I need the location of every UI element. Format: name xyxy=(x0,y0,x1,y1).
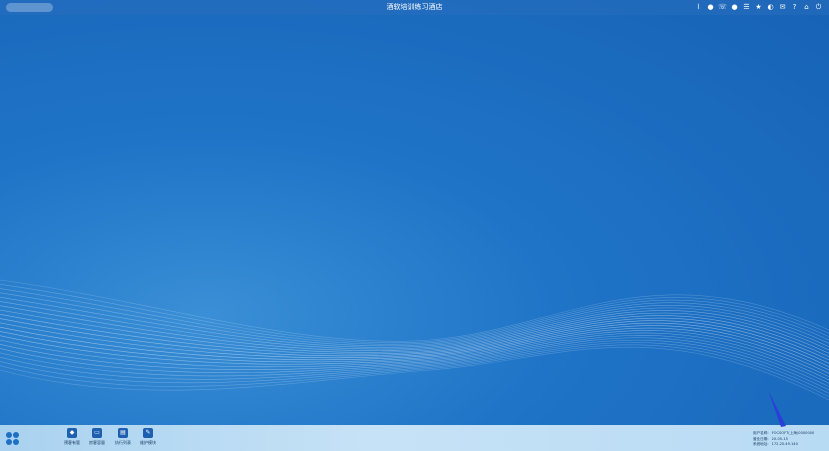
wave-line xyxy=(0,335,829,384)
room-icon: ▭ xyxy=(92,428,102,438)
mail-icon[interactable]: ✉ xyxy=(778,3,787,12)
app-orders[interactable]: ▤ 执行列表 xyxy=(112,428,134,445)
app-label: 房客容量 xyxy=(89,440,105,445)
date-label: 营业日期: xyxy=(753,436,769,441)
wave-line xyxy=(0,292,829,347)
top-bar: 酒软培训练习酒店 ⌇ ● ☏ ● ☰ ★ ◐ ✉ ? ⌂ ⏻ xyxy=(0,0,829,15)
star-icon[interactable]: ★ xyxy=(754,3,763,12)
pointer-icon xyxy=(768,390,786,427)
app-label: 维护模块 xyxy=(140,440,156,445)
wave-line xyxy=(0,325,829,371)
app-reservation[interactable]: ◆ 预客有管 xyxy=(61,428,83,445)
wave-line xyxy=(0,305,829,351)
wave-line xyxy=(0,313,829,357)
wave-line xyxy=(0,309,829,354)
wave-line xyxy=(0,279,829,342)
wave-line xyxy=(0,330,829,377)
mouse-pointer xyxy=(768,390,786,427)
user-value: FOCSOFT(上海)0000000 xyxy=(771,431,815,435)
wave-line xyxy=(0,322,829,367)
list-icon: ▤ xyxy=(118,428,128,438)
moon-icon[interactable]: ◐ xyxy=(766,3,775,12)
dot-icon xyxy=(6,439,12,445)
system-info: 用户名称: FOCSOFT(上海)0000000 营业日期: 20-05-15 系统… xyxy=(753,431,814,448)
home-icon[interactable]: ⌂ xyxy=(802,3,811,12)
hat-icon: ◆ xyxy=(67,428,77,438)
dot-icon xyxy=(6,432,12,438)
wave-line xyxy=(0,342,829,394)
dot-icon xyxy=(13,432,19,438)
ip-label: 系统地址: xyxy=(753,442,769,446)
taskbar: ◆ 预客有管 ▭ 房客容量 ▤ 执行列表 ✎ 维护模块 xyxy=(0,425,829,451)
phone-icon[interactable]: ☏ xyxy=(718,3,727,12)
wave-line xyxy=(0,346,829,401)
start-menu-button[interactable] xyxy=(6,432,19,445)
wave-line xyxy=(0,327,829,374)
wave-line xyxy=(0,337,829,387)
shield-icon[interactable]: ● xyxy=(706,3,715,12)
power-icon[interactable]: ⏻ xyxy=(814,3,823,12)
app-label: 执行列表 xyxy=(115,440,131,445)
wave-line xyxy=(0,296,829,348)
wave-line xyxy=(0,317,829,361)
app-maintenance[interactable]: ✎ 维护模块 xyxy=(137,428,159,445)
app-label: 预客有管 xyxy=(64,440,80,445)
user-label: 用户名称: xyxy=(753,431,769,435)
wifi-icon[interactable]: ⌇ xyxy=(694,3,703,12)
dot-icon xyxy=(13,439,19,445)
help-icon[interactable]: ? xyxy=(790,3,799,12)
wave-line xyxy=(0,344,829,397)
wave-line xyxy=(0,283,829,344)
wave-line xyxy=(0,301,829,350)
wave-line xyxy=(0,288,829,345)
system-tray: ⌇ ● ☏ ● ☰ ★ ◐ ✉ ? ⌂ ⏻ xyxy=(694,3,823,12)
ip-value: 172.20.49.140 xyxy=(771,442,798,446)
menu-icon[interactable]: ☰ xyxy=(742,3,751,12)
date-value: 20-05-15 xyxy=(771,436,788,441)
wrench-icon: ✎ xyxy=(143,428,153,438)
wave-line xyxy=(0,320,829,364)
chat-icon[interactable]: ● xyxy=(730,3,739,12)
desktop-wave-decoration xyxy=(0,279,829,401)
wave-line xyxy=(0,332,829,381)
ip-row: 系统地址: 172.20.49.140 xyxy=(753,442,814,448)
wave-line xyxy=(0,339,829,391)
app-room[interactable]: ▭ 房客容量 xyxy=(86,428,108,445)
